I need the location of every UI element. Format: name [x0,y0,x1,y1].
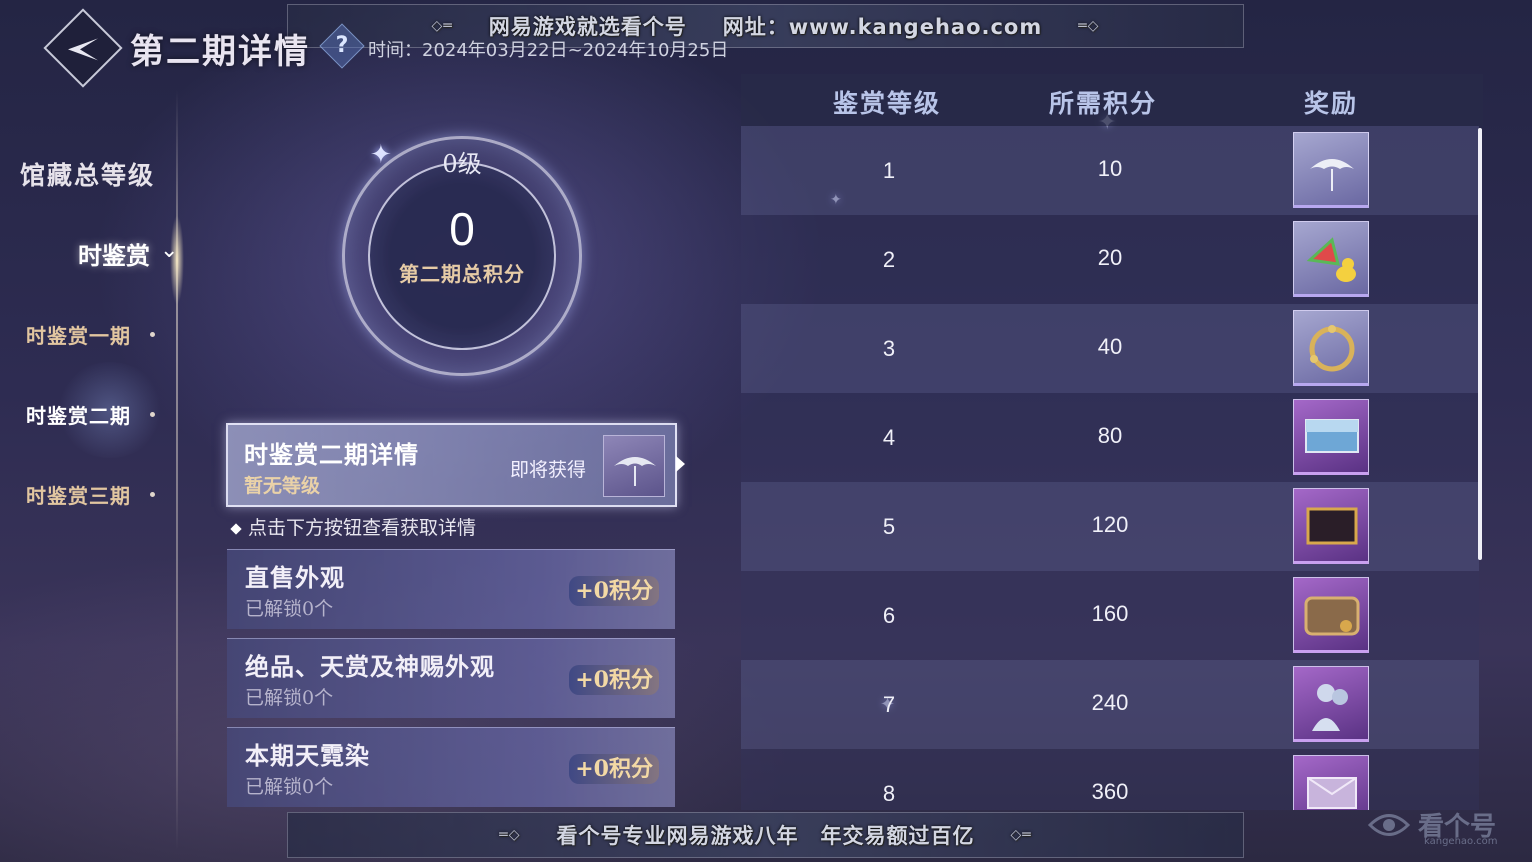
sidebar-divider [176,90,178,850]
sidebar-item-time-appreciation[interactable]: 时鉴赏 [78,236,150,271]
table-scrollbar[interactable] [1478,128,1482,560]
table-row: 1 10 [741,126,1479,215]
sidebar-item-phase-2[interactable]: 时鉴赏二期 [26,400,131,429]
eye-logo-icon [1367,814,1411,836]
reward-slot[interactable] [1293,755,1369,810]
score-ring: 0级 0 第二期总积分 [342,136,582,376]
reward-slot[interactable] [1293,577,1369,653]
caret-right-icon [676,456,685,472]
source-name: 绝品、天赏及神赐外观 [245,652,495,681]
hint-label: 点击下方按钮查看获取详情 [248,517,477,539]
upcoming-reward-thumbnail[interactable] [603,435,665,497]
column-header-points: 所需积分 [1049,89,1158,118]
ornament-icon: ═◇ [1078,18,1100,34]
watermark-slogan: 看个号专业网易游戏八年 年交易额过百亿 [556,824,975,848]
source-points-badge: +0积分 [569,665,659,695]
date-range: 时间：2024年03月22日~2024年10月25日 [368,40,729,61]
table-row: 3 40 [741,304,1479,393]
reward-slot[interactable] [1293,310,1369,386]
source-card-dye[interactable]: 本期天霓染 已解锁0个 +0积分 [227,727,675,807]
row-level: 4 [882,425,896,450]
row-required-points: 120 [1091,512,1129,537]
reward-slot[interactable] [1293,488,1369,564]
table-row: 2 20 [741,215,1479,304]
source-unlocked-count: 已解锁0个 [245,687,334,709]
row-level: 7 [882,692,896,717]
umbrella-icon [614,457,656,486]
gold-frame-icon [1306,507,1358,545]
source-name: 本期天霓染 [245,741,370,770]
row-required-points: 80 [1097,423,1123,448]
chevron-down-icon: ⌄ [160,238,179,263]
rewards-table-body[interactable]: 1 10 2 20 3 40 4 80 5 120 6 160 7 240 8 360 [741,126,1483,810]
source-card-premium-outfits[interactable]: 绝品、天赏及神赐外观 已解锁0个 +0积分 [227,638,675,718]
watermelon-duck-icon [1306,237,1356,282]
watermark-url: 网址：www.kangehao.com [722,15,1043,39]
row-required-points: 10 [1097,156,1123,181]
umbrella-icon [1310,159,1354,191]
question-mark-icon: ? [335,33,349,58]
reward-slot[interactable] [1293,221,1369,297]
row-level: 3 [882,336,896,361]
row-level: 5 [882,514,896,539]
sidebar-item-phase-3[interactable]: 时鉴赏三期 [26,480,131,509]
row-level: 6 [882,603,896,628]
corner-logo-subtext: kangehao.com [1424,836,1498,847]
envelope-frame-icon [1307,777,1357,809]
portrait-icon [1312,684,1348,731]
page-title: 第二期详情 [130,32,310,72]
source-points-badge: +0积分 [569,576,659,606]
table-row: 6 160 [741,571,1479,660]
hint-text: 点击下方按钮查看获取详情 [230,513,477,540]
column-header-level: 鉴赏等级 [833,89,942,118]
detail-card-title: 时鉴赏二期详情 [244,440,419,469]
detail-card-level-status: 暂无等级 [244,475,321,497]
row-required-points: 240 [1091,690,1129,715]
ornament-icon: ◇═ [431,18,453,34]
rewards-table-header: 鉴赏等级 所需积分 奖励 [741,74,1483,126]
back-button[interactable] [43,8,123,88]
row-required-points: 160 [1091,601,1129,626]
row-required-points: 20 [1097,245,1123,270]
upcoming-reward-label: 即将获得 [510,459,587,481]
diamond-bullet-icon [230,523,242,535]
source-name: 直售外观 [245,563,345,592]
dot-icon [150,412,155,417]
reward-slot[interactable] [1293,132,1369,208]
ornament-icon: ═◇ [499,827,521,843]
table-row: 4 80 [741,393,1479,482]
blue-frame-icon [1305,419,1359,453]
level-display: 0级 [442,150,482,178]
watermark-banner-bottom: ═◇ 看个号专业网易游戏八年 年交易额过百亿 ◇═ [287,812,1244,858]
column-header-reward: 奖励 [1304,89,1359,118]
row-level: 1 [882,158,896,183]
corner-logo: 看个号 kangehao.com [1366,802,1516,850]
reward-slot[interactable] [1293,666,1369,742]
total-score-label: 第二期总积分 [399,262,525,286]
golden-ring-icon [1309,325,1355,372]
row-level: 8 [882,781,896,806]
total-score: 0 [449,203,475,255]
row-required-points: 40 [1097,334,1123,359]
row-required-points: 360 [1091,779,1129,804]
table-row: 7 240 [741,660,1479,749]
sidebar-item-phase-1[interactable]: 时鉴赏一期 [26,320,131,349]
reward-slot[interactable] [1293,399,1369,475]
source-unlocked-count: 已解锁0个 [245,598,334,620]
sidebar-item-collection-level[interactable]: 馆藏总等级 [20,156,155,192]
table-row: 5 120 [741,482,1479,571]
ornament-icon: ◇═ [1010,827,1032,843]
phase-detail-card[interactable]: 时鉴赏二期详情 暂无等级 即将获得 [226,423,677,507]
source-card-direct-sale[interactable]: 直售外观 已解锁0个 +0积分 [227,549,675,629]
dot-icon [150,492,155,497]
dot-icon [150,332,155,337]
ornate-frame-icon [1304,596,1360,636]
table-row: 8 360 [741,749,1479,810]
row-level: 2 [882,247,896,272]
source-points-badge: +0积分 [569,754,659,784]
source-unlocked-count: 已解锁0个 [245,776,334,798]
ring-inner [368,162,556,350]
back-arrow-icon [68,38,98,61]
